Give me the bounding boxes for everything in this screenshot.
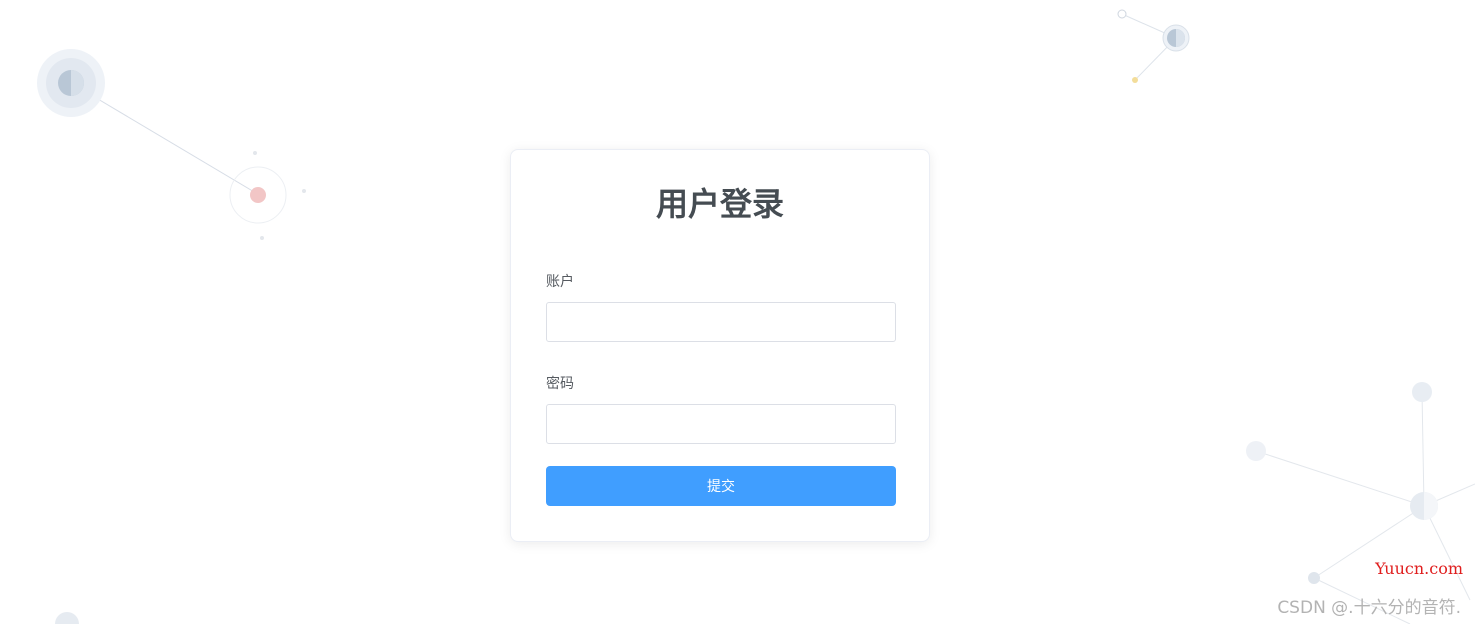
account-input[interactable] xyxy=(546,302,896,342)
login-page: 用户登录 账户 密码 提交 Yuucn.com CSDN @.十六分的音符. xyxy=(0,0,1475,624)
login-card: 用户登录 账户 密码 提交 xyxy=(510,149,930,542)
password-label: 密码 xyxy=(546,376,574,392)
password-input[interactable] xyxy=(546,404,896,444)
submit-button[interactable]: 提交 xyxy=(546,466,896,506)
csdn-watermark: CSDN @.十六分的音符. xyxy=(1277,598,1461,618)
account-label: 账户 xyxy=(546,274,574,290)
login-title: 用户登录 xyxy=(655,185,784,223)
site-watermark: Yuucn.com xyxy=(1375,559,1463,578)
